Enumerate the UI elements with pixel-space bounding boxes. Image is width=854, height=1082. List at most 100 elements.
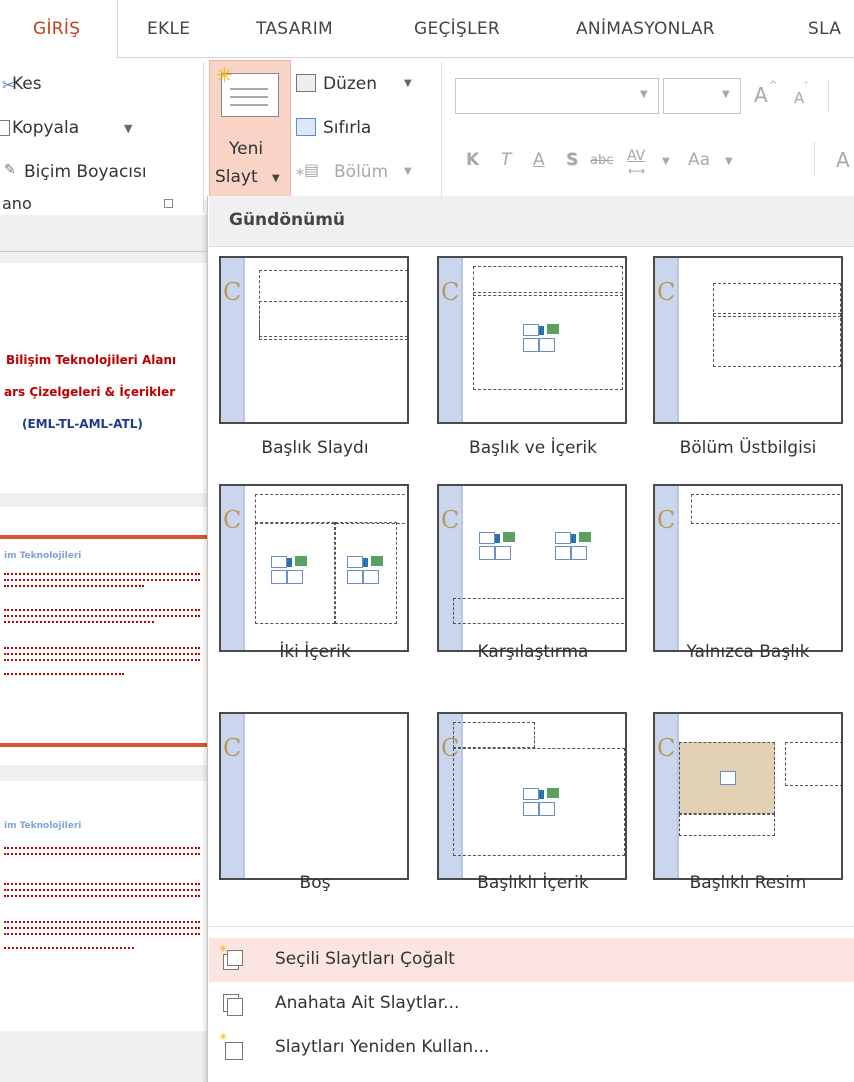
gallery-header: Gündönümü: [209, 196, 854, 247]
layout-label: Düzen: [323, 74, 378, 94]
clipboard-group-label: ano: [2, 194, 32, 213]
sparkle-icon: ✳: [216, 63, 233, 87]
layout-label: Yalnızca Başlık: [686, 642, 810, 662]
dialog-launcher-icon[interactable]: [164, 199, 173, 208]
slide1-code: (EML-TL-AML-ATL): [22, 417, 143, 431]
layout-title-slide[interactable]: C: [219, 256, 409, 424]
duplicate-slides-label: Seçili Slaytları Çoğalt: [275, 949, 455, 969]
bold-button[interactable]: K: [466, 150, 479, 170]
layout-title-content[interactable]: C: [437, 256, 627, 424]
slide1-subtitle: ars Çizelgeleri & İçerikler: [4, 385, 176, 399]
slide-rule: [0, 743, 208, 747]
reset-button[interactable]: Sıfırla: [296, 116, 436, 142]
slide-text-line: [4, 921, 200, 929]
font-size-combo[interactable]: ▼: [663, 78, 741, 114]
slide-text-line: [4, 883, 200, 891]
picture-placeholder: [679, 742, 775, 814]
strikethrough-button[interactable]: abc: [590, 153, 613, 168]
layout-section-header[interactable]: C: [653, 256, 843, 424]
copy-icon: [0, 120, 10, 136]
slide-text-line: [4, 895, 200, 899]
reuse-slides-label: Slaytları Yeniden Kullan...: [275, 1037, 490, 1057]
chevron-down-icon: ▼: [662, 156, 670, 167]
tab-slayt-gosterisi[interactable]: SLA: [808, 19, 841, 39]
layout-two-content[interactable]: C: [219, 484, 409, 652]
font-color-button[interactable]: A: [836, 148, 850, 172]
layout-label: İki İçerik: [279, 642, 351, 662]
shadow-button[interactable]: S: [566, 150, 578, 170]
layout-blank[interactable]: C: [219, 712, 409, 880]
grow-font-button[interactable]: A: [754, 83, 768, 107]
layout-label: Başlık ve İçerik: [469, 438, 597, 458]
slide-text-line: [4, 573, 200, 581]
reuse-slides-menu-item[interactable]: ✳ Slaytları Yeniden Kullan...: [209, 1026, 854, 1070]
chevron-down-icon: ▼: [725, 156, 733, 167]
italic-button[interactable]: T: [501, 150, 511, 170]
layout-comparison[interactable]: C: [437, 484, 627, 652]
slide1-title: Bilişim Teknolojileri Alanı: [6, 353, 177, 367]
format-painter-button[interactable]: ✎ Biçim Boyacısı: [0, 160, 200, 186]
format-painter-label: Biçim Boyacısı: [24, 162, 147, 182]
section-button[interactable]: ⁎▤ Bölüm ▼: [296, 160, 436, 186]
paintbrush-icon: ✎: [4, 162, 16, 178]
chevron-down-icon: ▼: [124, 122, 133, 135]
layout-label: Başlıklı İçerik: [477, 873, 589, 893]
menu-separator: [209, 926, 854, 927]
chevron-down-icon: ▼: [722, 89, 730, 100]
slide3-title: im Teknolojileri: [4, 821, 82, 831]
slide-text-line: [4, 673, 124, 677]
layout-label: Başlık Slaydı: [261, 438, 369, 458]
layout-button[interactable]: Düzen ▼: [296, 72, 436, 98]
tab-animasyonlar[interactable]: ANİMASYONLAR: [576, 19, 715, 39]
outline-slides-menu-item[interactable]: Anahata Ait Slaytlar...: [209, 982, 854, 1026]
layout-label: Karşılaştırma: [477, 642, 589, 662]
slide-text-line: [4, 621, 154, 625]
slide-thumbnail-1[interactable]: Bilişim Teknolojileri Alanı ars Çizelgel…: [0, 263, 208, 493]
reset-icon: [296, 118, 316, 136]
slide-text-line: [4, 947, 134, 951]
chevron-down-icon: ▼: [640, 89, 648, 100]
outline-slides-label: Anahata Ait Slaytlar...: [275, 993, 460, 1013]
duplicate-slides-menu-item[interactable]: ✳ Seçili Slaytları Çoğalt: [209, 938, 854, 982]
picture-icon: [720, 771, 736, 785]
group-separator: [203, 62, 204, 212]
slide-text-line: [4, 585, 144, 589]
new-slide-label-2: Slayt: [215, 167, 258, 187]
tab-tasarim[interactable]: TASARIM: [256, 19, 333, 39]
slide-text-line: [4, 647, 200, 655]
underline-button[interactable]: A: [533, 150, 545, 170]
layout-icon: [296, 74, 316, 92]
content-placeholder-icon: [523, 324, 563, 354]
slide-thumbnail-3[interactable]: im Teknolojileri: [0, 781, 208, 1031]
slide-text-line: [4, 659, 200, 663]
tab-gecisler[interactable]: GEÇİŞLER: [414, 19, 500, 39]
slide2-title: im Teknolojileri: [4, 551, 82, 561]
copy-button[interactable]: Kopyala ▼: [0, 116, 200, 142]
cut-button[interactable]: ✂ Kes: [0, 72, 200, 98]
chevron-down-icon: ▼: [272, 173, 280, 184]
slide-thumbnail-2[interactable]: im Teknolojileri: [0, 507, 208, 765]
change-case-button[interactable]: Aa: [688, 150, 710, 170]
duplicate-slides-icon: ✳: [219, 944, 243, 970]
group-separator: [828, 80, 829, 112]
content-placeholder-icon: [347, 556, 387, 586]
layout-content-with-caption[interactable]: C: [437, 712, 627, 880]
new-slide-button[interactable]: ✳ Yeni Slayt ▼: [209, 60, 291, 198]
layout-label: Bölüm Üstbilgisi: [679, 438, 817, 458]
group-separator: [814, 142, 815, 176]
reset-label: Sıfırla: [323, 118, 372, 138]
group-separator: [441, 62, 442, 197]
slide-text-line: [4, 609, 200, 617]
layout-title-only[interactable]: C: [653, 484, 843, 652]
shrink-font-button[interactable]: A: [794, 89, 804, 107]
tab-ekle[interactable]: EKLE: [147, 19, 190, 39]
character-spacing-button[interactable]: AV: [627, 148, 645, 164]
section-icon: ⁎▤: [296, 160, 320, 179]
tab-giris[interactable]: GİRİŞ: [33, 19, 80, 39]
caret-down-icon: ˇ: [804, 82, 809, 92]
caret-up-icon: ^: [769, 80, 778, 91]
spacing-arrows-icon: ⟷: [628, 164, 646, 178]
font-name-combo[interactable]: ▼: [455, 78, 659, 114]
layout-label: Boş: [299, 873, 331, 893]
layout-picture-with-caption[interactable]: C: [653, 712, 843, 880]
